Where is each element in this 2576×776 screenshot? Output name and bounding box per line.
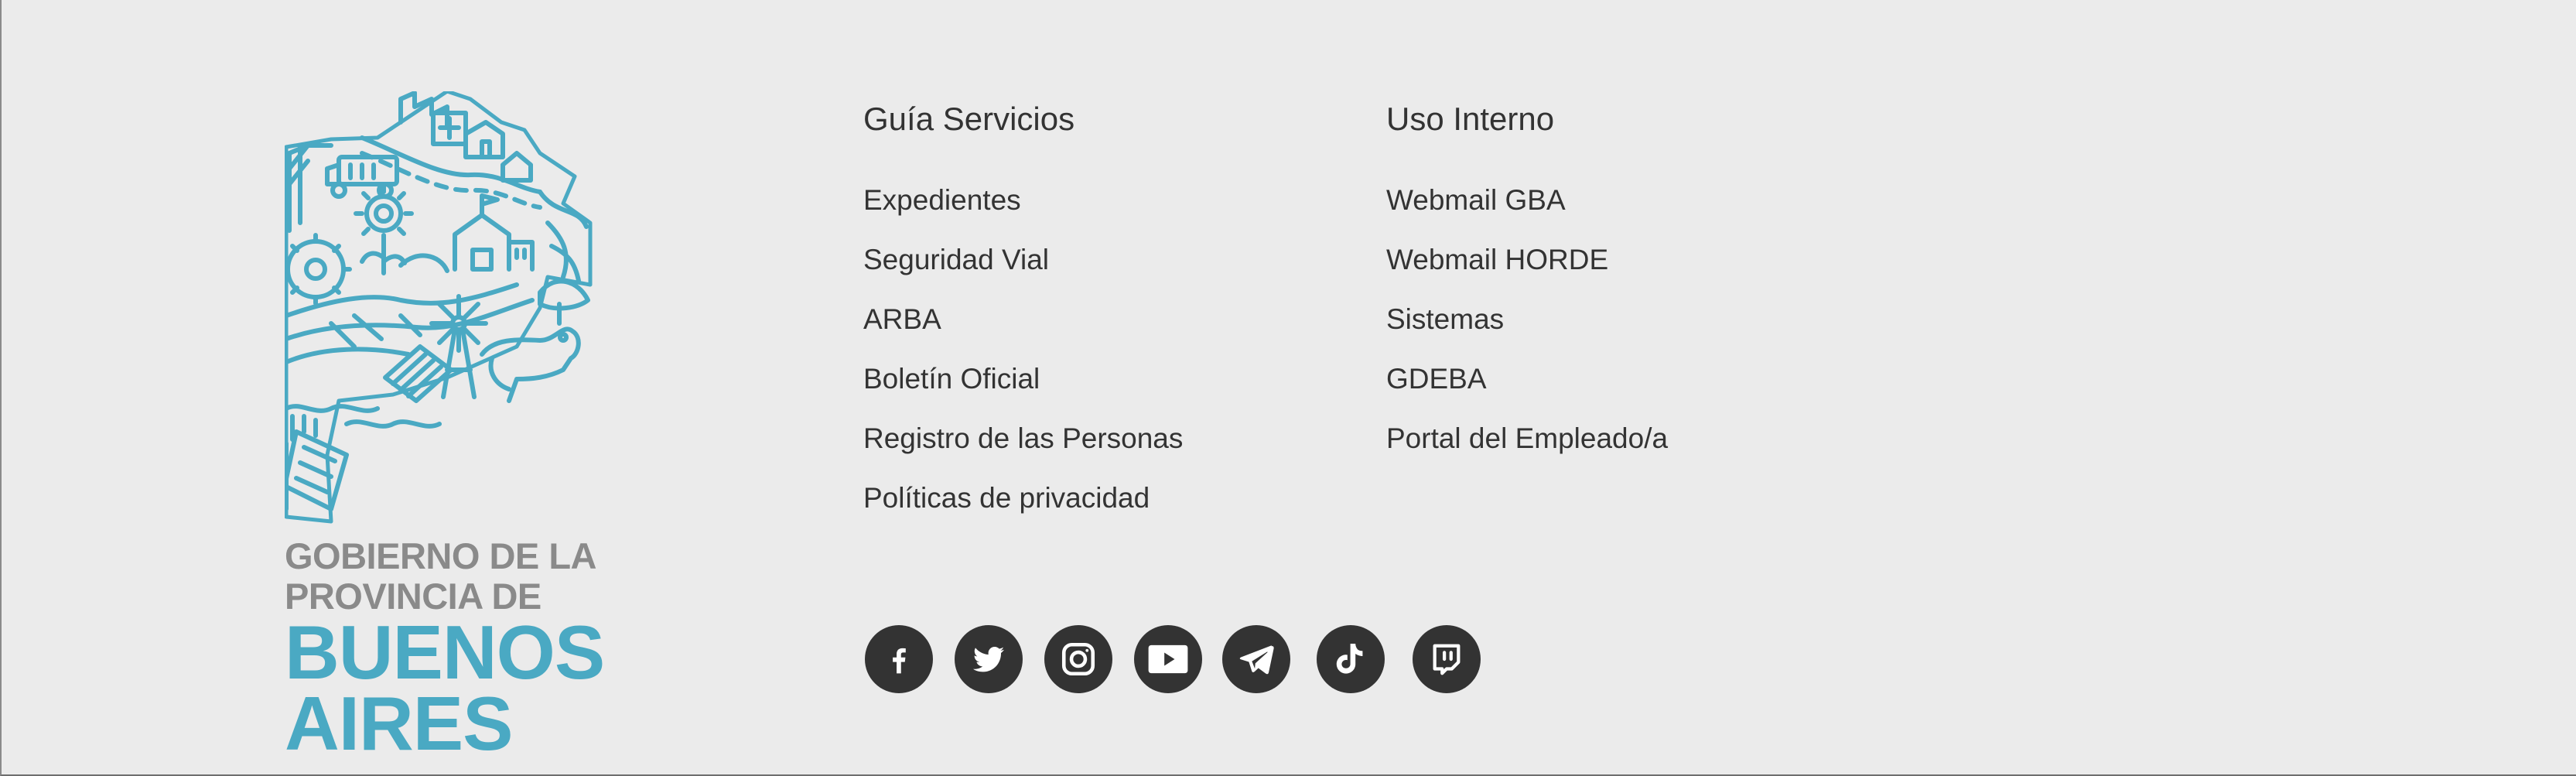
link-registro-personas[interactable]: Registro de las Personas xyxy=(863,409,1183,468)
logo-line-4: AIRES xyxy=(285,681,514,766)
guia-servicios-list: Expedientes Seguridad Vial ARBA Boletín … xyxy=(863,170,1183,528)
twitter-link[interactable] xyxy=(955,625,1023,693)
logo-line-3: BUENOS xyxy=(285,610,605,695)
twitter-icon xyxy=(973,647,1004,672)
facebook-link[interactable] xyxy=(865,625,933,693)
link-gdeba[interactable]: GDEBA xyxy=(1386,349,1668,409)
instagram-link[interactable] xyxy=(1044,625,1112,693)
link-webmail-gba[interactable]: Webmail GBA xyxy=(1386,170,1668,230)
instagram-icon xyxy=(1061,642,1095,676)
telegram-icon xyxy=(1239,645,1274,675)
guia-servicios-title: Guía Servicios xyxy=(863,101,1075,137)
logo-line-1: GOBIERNO DE LA xyxy=(285,535,596,576)
tiktok-icon xyxy=(1336,644,1363,674)
link-boletin-oficial[interactable]: Boletín Oficial xyxy=(863,349,1183,409)
youtube-icon xyxy=(1148,644,1188,674)
gba-logo[interactable]: GOBIERNO DE LA PROVINCIA DE BUENOS AIRES xyxy=(285,91,605,761)
uso-interno-column: Uso Interno Webmail GBA Webmail HORDE Si… xyxy=(1386,97,1668,468)
facebook-icon xyxy=(893,648,906,674)
uso-interno-list: Webmail GBA Webmail HORDE Sistemas GDEBA… xyxy=(1386,170,1668,468)
link-politicas-privacidad[interactable]: Políticas de privacidad xyxy=(863,468,1183,528)
twitch-icon xyxy=(1433,644,1461,675)
link-portal-empleado[interactable]: Portal del Empleado/a xyxy=(1386,409,1668,468)
tiktok-link[interactable] xyxy=(1317,625,1385,693)
link-arba[interactable]: ARBA xyxy=(863,289,1183,349)
link-seguridad-vial[interactable]: Seguridad Vial xyxy=(863,230,1183,289)
telegram-link[interactable] xyxy=(1222,625,1290,693)
twitch-link[interactable] xyxy=(1413,625,1481,693)
logo-wordmark: GOBIERNO DE LA PROVINCIA DE BUENOS AIRES xyxy=(285,535,610,766)
uso-interno-title: Uso Interno xyxy=(1386,101,1555,137)
youtube-link[interactable] xyxy=(1134,625,1202,693)
province-map-illustration xyxy=(285,91,593,524)
link-webmail-horde[interactable]: Webmail HORDE xyxy=(1386,230,1668,289)
link-sistemas[interactable]: Sistemas xyxy=(1386,289,1668,349)
guia-servicios-column: Guía Servicios Expedientes Seguridad Via… xyxy=(863,97,1183,528)
link-expedientes[interactable]: Expedientes xyxy=(863,170,1183,230)
